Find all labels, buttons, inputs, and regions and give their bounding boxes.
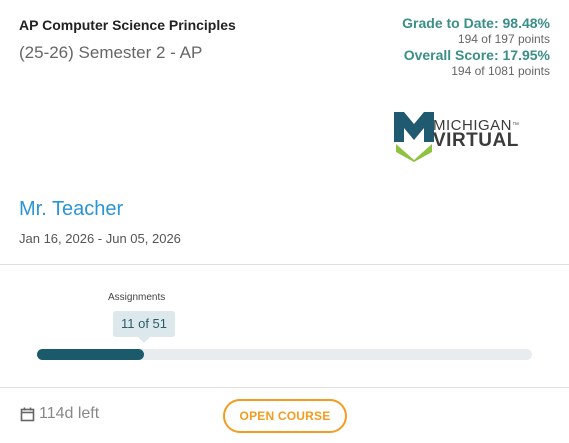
course-card: AP Computer Science Principles (25-26) S…: [0, 0, 569, 443]
overall-score-points: 194 of 1081 points: [451, 64, 550, 78]
assignments-count-tooltip: 11 of 51: [113, 311, 175, 337]
days-left-text: 114d left: [39, 405, 100, 422]
assignments-progress-fill: [37, 349, 144, 360]
teacher-name[interactable]: Mr. Teacher: [19, 198, 123, 221]
tooltip-pointer: [138, 337, 150, 343]
logo-trademark: ™: [512, 122, 520, 129]
course-dates: Jan 16, 2026 - Jun 05, 2026: [19, 231, 181, 246]
course-title: AP Computer Science Principles: [19, 17, 236, 33]
calendar-icon: [20, 407, 35, 421]
open-course-button[interactable]: OPEN COURSE: [223, 399, 347, 433]
assignments-progress-bar: [37, 349, 532, 360]
logo-wordmark: MICHIGAN™ VIRTUAL: [433, 118, 520, 151]
logo-line2: VIRTUAL: [433, 130, 519, 151]
grades-summary: Grade to Date: 98.48% 194 of 197 points …: [310, 14, 550, 78]
days-left: 114d left: [20, 405, 99, 423]
grade-to-date-points: 194 of 197 points: [457, 32, 550, 46]
grade-to-date: Grade to Date: 98.48%: [402, 15, 550, 31]
divider-bottom: [0, 387, 569, 388]
assignments-label: Assignments: [108, 292, 166, 303]
divider-top: [0, 264, 569, 265]
overall-score: Overall Score: 17.95%: [403, 47, 550, 63]
course-term: (25-26) Semester 2 - AP: [19, 43, 203, 62]
